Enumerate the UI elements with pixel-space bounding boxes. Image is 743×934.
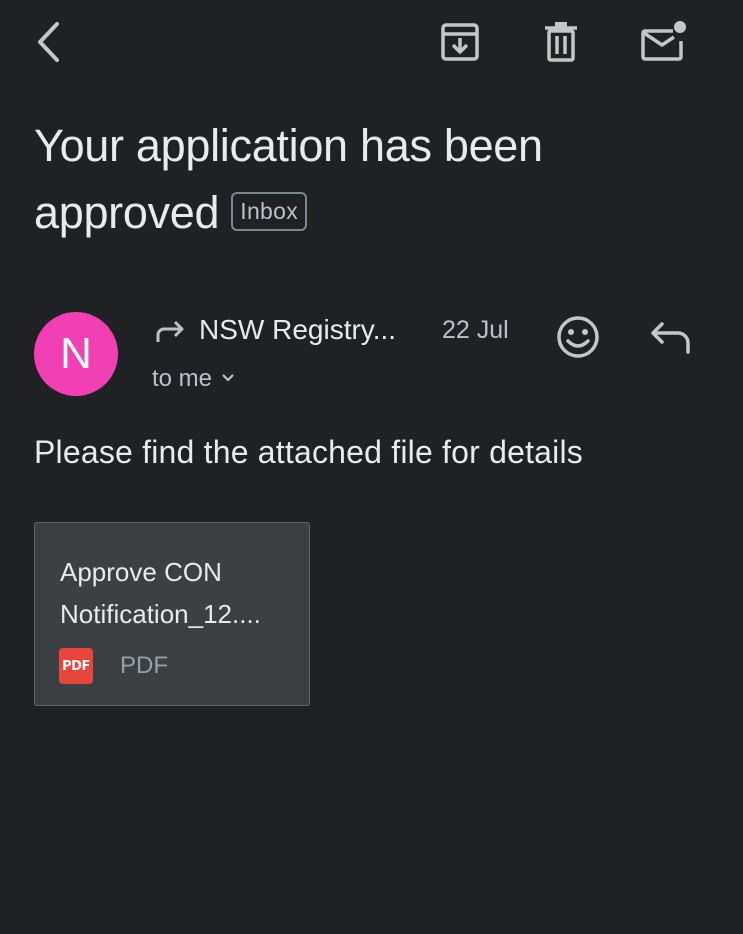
delete-button[interactable] [537, 18, 585, 66]
attachment-filename: Approve CON Notification_12.... [60, 557, 261, 629]
top-toolbar [0, 0, 743, 90]
mark-unread-button[interactable] [636, 16, 690, 66]
email-body: Please find the attached file for detail… [34, 434, 583, 470]
archive-icon [440, 21, 480, 63]
pdf-file-icon: PDF [59, 648, 93, 684]
chevron-down-icon [212, 370, 235, 388]
email-view-screen: Your application has been approved Inbox … [0, 0, 743, 934]
archive-button[interactable] [436, 18, 484, 66]
inbox-label-chip[interactable]: Inbox [231, 192, 308, 231]
chevron-left-icon [33, 20, 63, 64]
email-date: 22 Jul [442, 316, 509, 344]
recipients-toggle[interactable]: to me [152, 362, 235, 396]
avatar-letter: N [60, 329, 92, 378]
recipients-label: to me [152, 365, 213, 392]
reply-icon [648, 322, 694, 362]
mark-unread-icon [639, 19, 687, 63]
smiley-icon [554, 316, 602, 365]
add-reaction-button[interactable] [554, 313, 602, 361]
attachment-type: PDF [120, 652, 168, 679]
forward-arrow-icon [154, 318, 188, 344]
attachment-card[interactable]: Approve CON Notification_12.... PDF PDF [34, 522, 310, 706]
trash-icon [543, 21, 579, 63]
reply-button[interactable] [648, 318, 694, 358]
back-button[interactable] [26, 18, 70, 66]
email-subject: Your application has been approved Inbox [34, 112, 714, 246]
sender-avatar[interactable]: N [34, 312, 118, 396]
sender-name[interactable]: NSW Registry... [199, 310, 396, 350]
